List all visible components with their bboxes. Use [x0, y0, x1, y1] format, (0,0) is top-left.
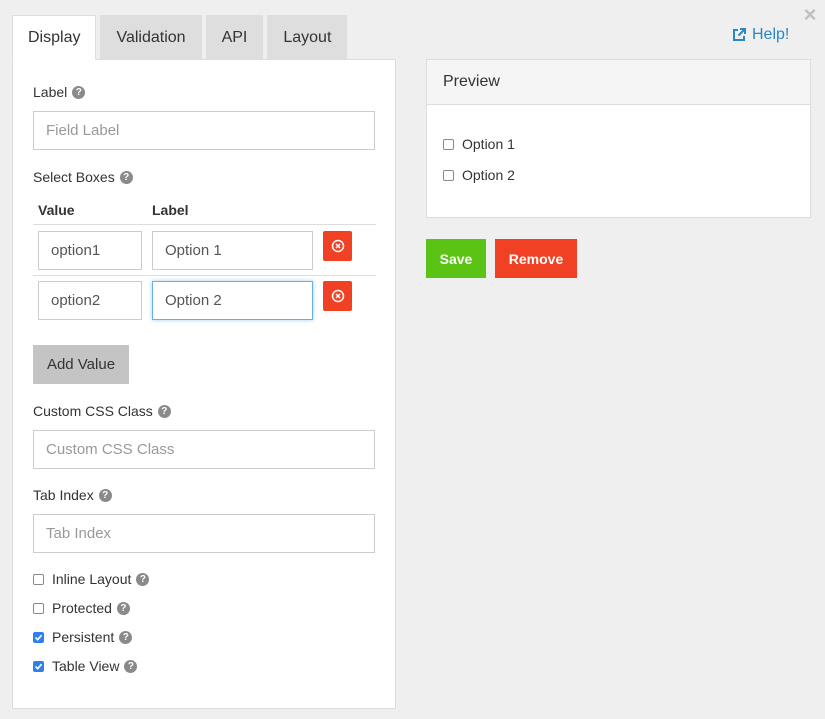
help-question-icon[interactable]: ?	[119, 170, 133, 184]
help-link-text: Help!	[752, 26, 790, 43]
checkbox-label: Inline Layout	[52, 571, 132, 587]
help-question-icon[interactable]: ?	[136, 572, 150, 586]
remove-button[interactable]: Remove	[495, 239, 577, 278]
tab-api[interactable]: API	[205, 15, 264, 60]
tab-layout[interactable]: Layout	[267, 15, 348, 60]
tab-label: API	[221, 29, 248, 46]
preview-header: Preview	[427, 60, 810, 105]
tab-label: Validation	[116, 29, 186, 46]
tab-label: Layout	[283, 29, 332, 46]
checkbox-label: Protected	[52, 600, 112, 616]
persistent-option: Persistent ?	[33, 629, 133, 645]
help-link[interactable]: Help!	[731, 26, 789, 44]
field-label-input[interactable]	[33, 111, 375, 150]
column-header-value: Value	[38, 202, 75, 218]
help-question-icon[interactable]: ?	[72, 85, 86, 99]
remove-circle-icon	[331, 289, 344, 303]
custom-css-title-text: Custom CSS Class	[33, 403, 153, 419]
persistent-checkbox[interactable]	[33, 631, 44, 643]
remove-row-button[interactable]	[323, 281, 352, 311]
tab-index-title: Tab Index ?	[33, 487, 112, 503]
table-header-divider	[33, 224, 376, 225]
tab-validation[interactable]: Validation	[100, 15, 202, 60]
option-value-input[interactable]	[38, 281, 142, 320]
tab-index-input[interactable]	[33, 514, 375, 553]
inline-layout-option: Inline Layout ?	[33, 571, 150, 587]
tab-label: Display	[28, 28, 81, 46]
preview-option: Option 2	[443, 167, 515, 183]
tab-index-title-text: Tab Index	[33, 487, 94, 503]
table-view-option: Table View ?	[33, 658, 138, 674]
checkbox-label: Persistent	[52, 629, 115, 645]
table-row-divider	[33, 275, 376, 276]
table-view-checkbox[interactable]	[33, 660, 44, 672]
preview-checkbox[interactable]	[443, 138, 454, 150]
save-button[interactable]: Save	[426, 239, 486, 278]
help-question-icon[interactable]: ?	[157, 404, 171, 418]
column-header-label: Label	[152, 202, 189, 218]
external-link-icon	[733, 28, 746, 41]
add-value-button[interactable]: Add Value	[33, 345, 129, 384]
remove-circle-icon	[331, 239, 344, 253]
help-question-icon[interactable]: ?	[124, 659, 138, 673]
preview-checkbox[interactable]	[443, 169, 454, 181]
remove-row-button[interactable]	[323, 231, 352, 261]
select-boxes-title-text: Select Boxes	[33, 169, 115, 185]
preview-option: Option 1	[443, 136, 515, 152]
select-boxes-title: Select Boxes ?	[33, 169, 133, 185]
inline-layout-checkbox[interactable]	[33, 573, 44, 585]
option-label-input[interactable]	[152, 231, 313, 270]
checkmark-icon	[34, 634, 43, 641]
help-question-icon[interactable]: ?	[116, 601, 130, 615]
custom-css-title: Custom CSS Class ?	[33, 403, 171, 419]
help-question-icon[interactable]: ?	[119, 630, 133, 644]
tab-bar: Display Validation API Layout	[12, 15, 351, 60]
checkmark-icon	[34, 663, 43, 670]
tab-display[interactable]: Display	[12, 15, 97, 60]
display-settings-panel: Label ? Select Boxes ? Value Label Add V…	[12, 59, 396, 709]
custom-css-input[interactable]	[33, 430, 375, 469]
checkbox-label: Table View	[52, 658, 120, 674]
label-title-text: Label	[33, 84, 68, 100]
option-label-input[interactable]	[152, 281, 313, 320]
label-field-title: Label ?	[33, 84, 86, 100]
option-value-input[interactable]	[38, 231, 142, 270]
close-icon[interactable]: ×	[801, 4, 819, 26]
preview-option-label: Option 1	[462, 136, 515, 152]
help-question-icon[interactable]: ?	[98, 488, 112, 502]
preview-panel: Preview Option 1 Option 2	[426, 59, 811, 218]
protected-option: Protected ?	[33, 600, 130, 616]
preview-option-label: Option 2	[462, 167, 515, 183]
protected-checkbox[interactable]	[33, 602, 44, 614]
preview-title: Preview	[443, 73, 500, 90]
